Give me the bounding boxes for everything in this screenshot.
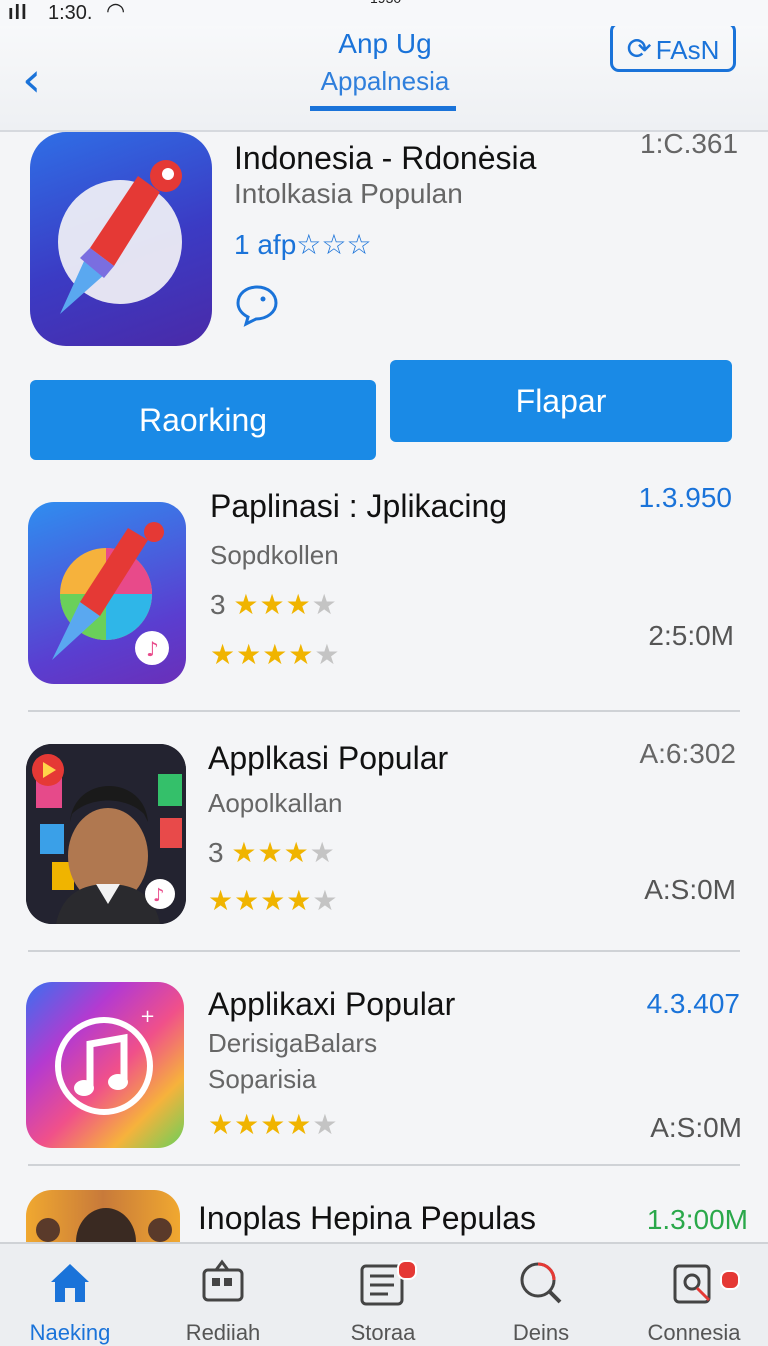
tab-label: Connesia xyxy=(647,1320,741,1345)
account-icon xyxy=(673,1264,711,1304)
home-icon xyxy=(51,1264,89,1302)
star-empty-icon: ★ xyxy=(314,639,340,670)
refresh-icon: ⟳ xyxy=(626,33,652,66)
chat-bubble-icon[interactable] xyxy=(234,282,280,333)
app-value: 1.3:00M xyxy=(646,1204,748,1235)
page-subtitle[interactable]: Appalnesia xyxy=(300,66,470,97)
row-divider xyxy=(28,710,740,712)
app-value: 4.3.407 xyxy=(646,988,740,1019)
notification-badge xyxy=(397,1260,417,1280)
signal-icon: ıll xyxy=(8,2,28,24)
tab-connesia[interactable]: Connesia xyxy=(624,1244,764,1346)
app-size: 2:5:0M xyxy=(648,620,734,651)
app-title[interactable]: Applkasi Popular xyxy=(208,740,448,777)
star-icon: ★★★ xyxy=(231,837,310,868)
back-button[interactable]: ‹ xyxy=(22,56,41,104)
hero-rating: 1 afp☆☆☆ xyxy=(234,228,372,261)
hero-count: 1:C.361 xyxy=(640,128,739,159)
star-icon: ★★★ xyxy=(233,589,312,620)
app-value: A:6:302 xyxy=(639,738,736,769)
ranking-button[interactable]: Raorking xyxy=(30,380,376,460)
status-bar: ıll 1:30. ◠ 1930 xyxy=(0,0,768,26)
status-time: 1:30. xyxy=(48,2,93,24)
refresh-button-label: FAsN xyxy=(655,35,720,65)
app-icon[interactable]: ♪ xyxy=(26,744,186,924)
app-rating: 3 ★★★★ xyxy=(210,588,337,621)
star-empty-icon: ★ xyxy=(312,885,338,916)
app-rating: ★★★★★ xyxy=(208,1108,338,1141)
star-empty-icon: ★ xyxy=(309,837,335,868)
hero-rating-stars: ☆☆☆ xyxy=(296,229,372,260)
tab-label: Deins xyxy=(512,1320,570,1345)
app-title[interactable]: Applikaxi Popular xyxy=(208,986,455,1023)
star-empty-icon: ★ xyxy=(311,589,337,620)
tab-label: Naeking xyxy=(29,1320,111,1345)
app-subtitle: Sopdkollen xyxy=(210,540,339,570)
star-icon: ★★★★ xyxy=(208,885,313,916)
page-title: Anp Ug xyxy=(338,28,432,59)
tab-deins[interactable]: Deins xyxy=(471,1244,611,1346)
wifi-icon: ◠ xyxy=(106,0,126,23)
svg-text:♪: ♪ xyxy=(146,637,159,661)
hero-rating-text: 1 afp xyxy=(234,229,297,260)
app-title[interactable]: Paplinasi : Jplikacing xyxy=(210,488,507,525)
tab-ranking[interactable]: Naeking xyxy=(0,1244,140,1346)
active-tab-indicator xyxy=(310,106,456,111)
app-rating: 3 ★★★★ xyxy=(208,836,335,869)
hero-app-icon[interactable] xyxy=(30,132,212,346)
tab-storaa[interactable]: Storaa xyxy=(313,1244,453,1346)
app-subtitle: DerisigaBalars xyxy=(208,1028,378,1058)
svg-text:♪: ♪ xyxy=(153,885,165,906)
app-icon[interactable] xyxy=(26,1190,180,1242)
star-empty-icon: ★ xyxy=(312,1109,338,1140)
row-divider xyxy=(28,1164,740,1166)
notification-badge xyxy=(720,1270,740,1290)
tab-label: Rediiah xyxy=(185,1320,261,1345)
rating-number: 3 xyxy=(210,589,226,620)
app-value: 1.3.950 xyxy=(638,482,732,513)
svg-text:+: + xyxy=(140,1006,155,1027)
tab-rediiah[interactable]: Rediiah xyxy=(153,1244,293,1346)
app-title[interactable]: Inoplas Hepina Pepulas xyxy=(198,1200,536,1237)
star-icon: ★★★★ xyxy=(210,639,315,670)
apps-box-icon xyxy=(202,1259,244,1302)
tab-label: Storaa xyxy=(350,1320,416,1345)
refresh-button[interactable]: ⟳ FAsN xyxy=(610,22,736,72)
search-icon xyxy=(520,1262,562,1304)
app-subtitle-secondary: Soparisia xyxy=(208,1064,317,1094)
app-icon[interactable]: + xyxy=(26,982,184,1148)
row-divider xyxy=(28,950,740,952)
open-button[interactable]: Flapar xyxy=(390,360,732,442)
app-rating-secondary: ★★★★★ xyxy=(210,638,340,671)
hero-app-category: Intolkasia Populan xyxy=(234,178,463,209)
star-icon: ★★★★ xyxy=(208,1109,313,1140)
hero-app-name[interactable]: Indonesia - Rdonėsia xyxy=(234,140,536,177)
app-rating-secondary: ★★★★★ xyxy=(208,884,338,917)
app-size: A:S:0M xyxy=(650,1112,742,1143)
app-icon[interactable]: ♪ xyxy=(28,502,186,684)
app-subtitle: Aopolkallan xyxy=(208,788,343,818)
status-center-text: 1930 xyxy=(370,0,401,6)
tab-bar: Naeking Rediiah Storaa Deins Connesia xyxy=(0,1242,768,1346)
rating-number: 3 xyxy=(208,837,224,868)
app-size: A:S:0M xyxy=(644,874,736,905)
